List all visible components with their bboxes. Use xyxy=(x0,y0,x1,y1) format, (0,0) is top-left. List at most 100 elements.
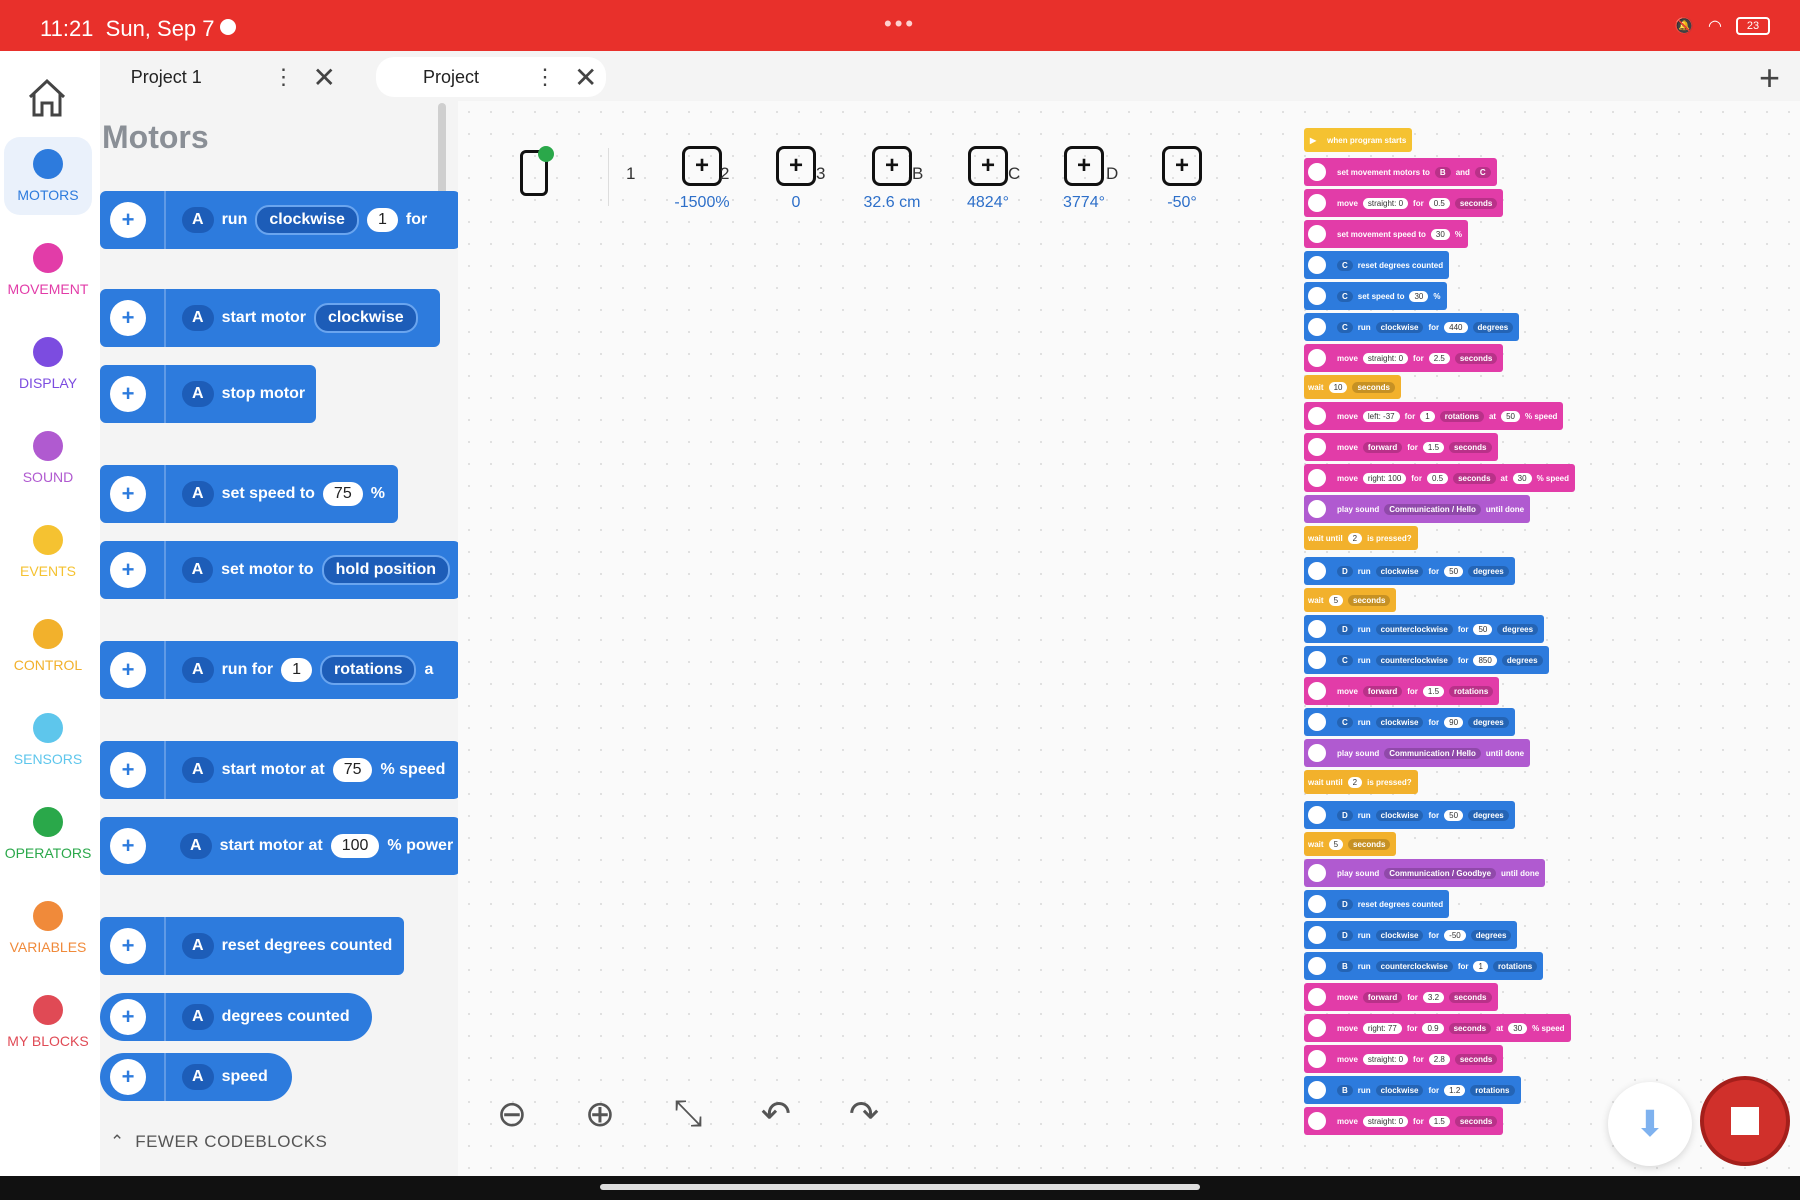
tab-project-1[interactable]: Project 1 ⋮ ✕ xyxy=(100,57,336,97)
value-input[interactable]: 75 xyxy=(332,758,373,782)
block-field[interactable]: 2 xyxy=(1347,776,1363,788)
program-block[interactable]: play sound Communication / Hello until don… xyxy=(1304,739,1531,767)
category-my-blocks[interactable]: MY BLOCKS xyxy=(4,983,92,1061)
program-block[interactable]: Crun clockwise for 440 degrees xyxy=(1304,313,1520,341)
block-field[interactable]: counterclockwise xyxy=(1375,623,1453,635)
zoom-in-icon[interactable]: ⊕ xyxy=(578,1093,622,1135)
block-field[interactable]: clockwise xyxy=(1375,321,1424,333)
program-block[interactable]: wait 10 seconds xyxy=(1304,375,1401,399)
block-field[interactable]: straight: 0 xyxy=(1362,197,1409,209)
program-block[interactable]: wait until 2 is pressed? xyxy=(1304,526,1418,550)
port-dropdown[interactable]: A xyxy=(182,207,214,233)
block-field[interactable]: 3.2 xyxy=(1422,991,1445,1003)
program-block[interactable]: move straight: 0 for 2.8 seconds xyxy=(1304,1045,1504,1073)
block-field[interactable]: 1.2 xyxy=(1444,1084,1466,1096)
download-to-hub-button[interactable]: ⬇ xyxy=(1608,1082,1692,1166)
palette-block[interactable]: Astart motor at 75 % speed xyxy=(100,741,458,799)
block-field[interactable]: Communication / Hello xyxy=(1384,747,1481,759)
close-icon[interactable]: ✕ xyxy=(574,61,597,94)
stop-program-button[interactable] xyxy=(1700,1076,1790,1166)
tab-menu-icon[interactable]: ⋮ xyxy=(534,64,556,90)
program-block[interactable]: Drun clockwise for 50 degrees xyxy=(1304,801,1515,829)
block-field[interactable]: 5 xyxy=(1328,838,1344,850)
close-icon[interactable]: ✕ xyxy=(313,61,336,94)
block-field[interactable]: seconds xyxy=(1453,472,1496,484)
category-events[interactable]: EVENTS xyxy=(4,513,92,591)
block-field[interactable]: 50 xyxy=(1444,809,1464,821)
block-field[interactable]: C xyxy=(1337,654,1353,666)
direction-dropdown[interactable]: clockwise xyxy=(314,303,418,333)
code-canvas[interactable] xyxy=(458,101,1800,1176)
block-field[interactable]: rotations xyxy=(1439,410,1484,422)
block-field[interactable]: 2.5 xyxy=(1428,352,1450,364)
block-field[interactable]: 30 xyxy=(1409,290,1429,302)
port-dropdown[interactable]: A xyxy=(182,657,214,683)
block-field[interactable]: 0.5 xyxy=(1426,472,1449,484)
block-field[interactable]: straight: 0 xyxy=(1362,352,1409,364)
block-field[interactable]: degrees xyxy=(1468,716,1509,728)
block-field[interactable]: seconds xyxy=(1454,197,1498,209)
direction-dropdown[interactable]: hold position xyxy=(321,555,450,585)
block-field[interactable]: 30 xyxy=(1430,228,1450,240)
category-operators[interactable]: OPERATORS xyxy=(4,795,92,873)
block-field[interactable]: seconds xyxy=(1348,838,1391,850)
block-field[interactable]: forward xyxy=(1362,991,1403,1003)
category-sound[interactable]: SOUND xyxy=(4,419,92,497)
program-block[interactable]: Brun clockwise for 1.2 rotations xyxy=(1304,1076,1521,1104)
program-block[interactable]: wait 5 seconds xyxy=(1304,588,1397,612)
program-block[interactable]: Crun clockwise for 90 degrees xyxy=(1304,708,1515,736)
block-field[interactable]: seconds xyxy=(1348,594,1391,606)
block-field[interactable]: 30 xyxy=(1512,472,1532,484)
block-field[interactable]: clockwise xyxy=(1375,1084,1424,1096)
program-block[interactable]: Brun counterclockwise for 1 rotations xyxy=(1304,952,1544,980)
zoom-out-icon[interactable]: ⊖ xyxy=(490,1093,534,1135)
block-field[interactable]: counterclockwise xyxy=(1375,960,1453,972)
program-block[interactable]: move left: -37 for 1 rotations at 50 % speed xyxy=(1304,402,1564,430)
program-block[interactable]: Drun clockwise for 50 degrees xyxy=(1304,557,1515,585)
block-field[interactable]: C xyxy=(1337,259,1353,271)
direction-dropdown[interactable]: clockwise xyxy=(255,205,359,235)
port-dropdown[interactable]: A xyxy=(180,833,212,859)
palette-block[interactable]: Aset motor to hold position xyxy=(100,541,458,599)
port-dropdown[interactable]: A xyxy=(182,481,214,507)
program-block[interactable]: Drun clockwise for -50 degrees xyxy=(1304,921,1518,949)
program-block[interactable]: play sound Communication / Hello until don… xyxy=(1304,495,1531,523)
palette-block[interactable]: Areset degrees counted xyxy=(100,917,404,975)
program-block[interactable]: play sound Communication / Goodbye until d… xyxy=(1304,859,1546,887)
block-field[interactable]: C xyxy=(1337,290,1353,302)
block-field[interactable]: left: -37 xyxy=(1362,410,1400,422)
block-field[interactable]: D xyxy=(1337,898,1353,910)
block-field[interactable]: 1.5 xyxy=(1422,685,1445,697)
block-field[interactable]: Communication / Hello xyxy=(1384,503,1481,515)
port-dropdown[interactable]: A xyxy=(182,305,214,331)
block-field[interactable]: degrees xyxy=(1497,623,1539,635)
palette-block[interactable]: Aspeed xyxy=(100,1053,292,1101)
palette-block[interactable]: Astart motor clockwise xyxy=(100,289,440,347)
program-block[interactable]: move forward for 3.2 seconds xyxy=(1304,983,1498,1011)
block-field[interactable]: 1 xyxy=(1473,960,1488,972)
program-block[interactable]: move forward for 1.5 seconds xyxy=(1304,433,1498,461)
block-field[interactable]: 50 xyxy=(1501,410,1520,422)
category-motors[interactable]: MOTORS xyxy=(4,137,92,215)
block-field[interactable]: 2 xyxy=(1347,532,1363,544)
port-dropdown[interactable]: A xyxy=(182,933,214,959)
fewer-codeblocks-button[interactable]: ⌃ FEWER CODEBLOCKS xyxy=(110,1132,327,1152)
block-field[interactable]: degrees xyxy=(1470,929,1512,941)
block-field[interactable]: 1.5 xyxy=(1422,441,1445,453)
block-field[interactable]: counterclockwise xyxy=(1375,654,1453,666)
port-dropdown[interactable]: A xyxy=(181,557,214,583)
block-field[interactable]: 50 xyxy=(1473,623,1493,635)
palette-block[interactable]: Aset speed to 75% xyxy=(100,465,398,523)
block-field[interactable]: D xyxy=(1337,929,1353,941)
block-field[interactable]: seconds xyxy=(1454,352,1498,364)
block-field[interactable]: 5 xyxy=(1328,594,1344,606)
block-field[interactable]: forward xyxy=(1362,441,1403,453)
program-block[interactable]: set movement speed to 30% xyxy=(1304,220,1468,248)
block-field[interactable]: D xyxy=(1337,565,1353,577)
block-field[interactable]: D xyxy=(1337,623,1353,635)
block-field[interactable]: clockwise xyxy=(1375,809,1424,821)
block-field[interactable]: straight: 0 xyxy=(1362,1053,1409,1065)
block-field[interactable]: clockwise xyxy=(1375,565,1424,577)
block-field[interactable]: seconds xyxy=(1454,1053,1498,1065)
program-block[interactable]: Dreset degrees counted xyxy=(1304,890,1450,918)
